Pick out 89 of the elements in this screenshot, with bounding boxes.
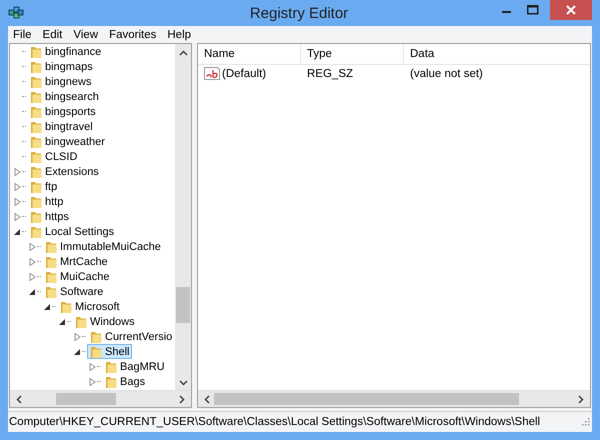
menu-item[interactable]: Help <box>162 28 196 40</box>
maximize-icon <box>527 5 539 15</box>
folder-icon <box>104 360 118 374</box>
expanded-arrow-icon[interactable] <box>59 318 66 326</box>
folder-icon <box>89 330 103 344</box>
collapsed-arrow-icon[interactable] <box>89 378 96 386</box>
folder-icon <box>44 270 58 284</box>
tree-item[interactable]: bingnews <box>27 74 94 89</box>
tree-item[interactable]: Microsoft <box>57 299 123 314</box>
folder-icon <box>29 60 43 74</box>
tree-item[interactable]: bingsports <box>27 104 99 119</box>
tree-item[interactable]: bingfinance <box>27 44 104 59</box>
tree-item[interactable]: ImmutableMuiCache <box>42 239 164 254</box>
table-cell-text: REG_SZ <box>306 68 354 80</box>
tree-item[interactable]: Extensions <box>27 164 102 179</box>
status-path: Computer\HKEY_CURRENT_USER\Software\Classes\Local Settings\Software\Microsoft\Windows\Shell <box>9 416 540 428</box>
tree-item[interactable]: Windows <box>72 314 138 329</box>
folder-icon <box>74 314 88 328</box>
tree-item[interactable]: MuiCache <box>42 269 113 284</box>
folder-icon <box>29 90 43 104</box>
folder-icon <box>59 300 73 314</box>
scroll-left-icon[interactable] <box>204 394 210 404</box>
collapsed-arrow-icon[interactable] <box>14 182 21 190</box>
menu-item[interactable]: Edit <box>38 28 66 40</box>
string-value-icon <box>204 67 220 80</box>
folder-icon <box>44 284 58 298</box>
scroll-left-icon[interactable] <box>16 394 22 404</box>
horizontal-scrollbar[interactable] <box>198 390 590 407</box>
tree-item[interactable]: bingmaps <box>27 59 96 74</box>
tree-item[interactable]: CLSID <box>27 149 80 164</box>
collapsed-arrow-icon[interactable] <box>14 198 21 206</box>
value-name[interactable]: (Default) <box>222 68 266 80</box>
expanded-arrow-icon[interactable] <box>29 288 36 296</box>
folder-icon <box>104 374 118 388</box>
folder-icon <box>29 104 43 118</box>
folder-icon <box>44 254 58 268</box>
tree-item[interactable]: MrtCache <box>42 254 111 269</box>
tree-item[interactable]: CurrentVersio <box>87 329 175 344</box>
close-icon <box>566 5 576 15</box>
tree-item[interactable]: http <box>27 194 66 209</box>
folder-icon <box>29 164 43 178</box>
vertical-scrollbar[interactable] <box>175 44 191 390</box>
horizontal-scrollbar[interactable] <box>10 390 191 407</box>
tree-item[interactable]: Bags <box>102 374 148 389</box>
menu-item[interactable]: View <box>68 28 102 40</box>
folder-icon <box>29 224 43 238</box>
folder-icon <box>29 194 43 208</box>
folder-icon <box>44 240 58 254</box>
tree-item[interactable]: bingweather <box>27 134 108 149</box>
scroll-thumb[interactable] <box>214 393 519 405</box>
registry-icon <box>8 4 24 20</box>
folder-icon <box>29 134 43 148</box>
tree-item[interactable]: https <box>27 209 72 224</box>
collapsed-arrow-icon[interactable] <box>89 362 96 370</box>
collapsed-arrow-icon[interactable] <box>14 168 21 176</box>
tree-item[interactable]: Shell <box>87 344 132 359</box>
close-button[interactable] <box>550 0 592 20</box>
table-cell-text: (value not set) <box>409 68 483 80</box>
scroll-right-icon[interactable] <box>179 394 185 404</box>
expanded-arrow-icon[interactable] <box>14 228 21 236</box>
tree-item[interactable]: bingtravel <box>27 119 96 134</box>
collapsed-arrow-icon[interactable] <box>29 242 36 250</box>
expanded-arrow-icon[interactable] <box>44 302 51 310</box>
menu-item[interactable]: File <box>8 28 36 40</box>
size-grip-icon[interactable] <box>582 418 590 426</box>
folder-icon <box>29 150 43 164</box>
folder-icon <box>29 180 43 194</box>
menu-item[interactable]: Favorites <box>104 28 160 40</box>
tree-item[interactable]: ftp <box>27 179 60 194</box>
folder-icon <box>29 44 43 58</box>
tree-item[interactable]: BagMRU <box>102 359 168 374</box>
collapsed-arrow-icon[interactable] <box>29 272 36 280</box>
expanded-arrow-icon[interactable] <box>74 348 81 356</box>
window-title: Registry Editor <box>250 4 348 22</box>
scroll-up-icon[interactable] <box>178 50 188 56</box>
tree-item[interactable]: bingsearch <box>27 89 102 104</box>
collapsed-arrow-icon[interactable] <box>29 258 36 266</box>
scroll-down-icon[interactable] <box>178 380 188 386</box>
tree-item[interactable]: Software <box>42 284 106 299</box>
scroll-thumb[interactable] <box>176 287 190 323</box>
collapsed-arrow-icon[interactable] <box>74 332 81 340</box>
folder-icon <box>29 210 43 224</box>
collapsed-arrow-icon[interactable] <box>14 212 21 220</box>
scroll-thumb[interactable] <box>56 393 116 405</box>
folder-icon <box>89 344 103 358</box>
scroll-right-icon[interactable] <box>578 394 584 404</box>
tree-item[interactable]: Local Settings <box>27 224 118 239</box>
folder-icon <box>29 120 43 134</box>
folder-icon <box>29 74 43 88</box>
